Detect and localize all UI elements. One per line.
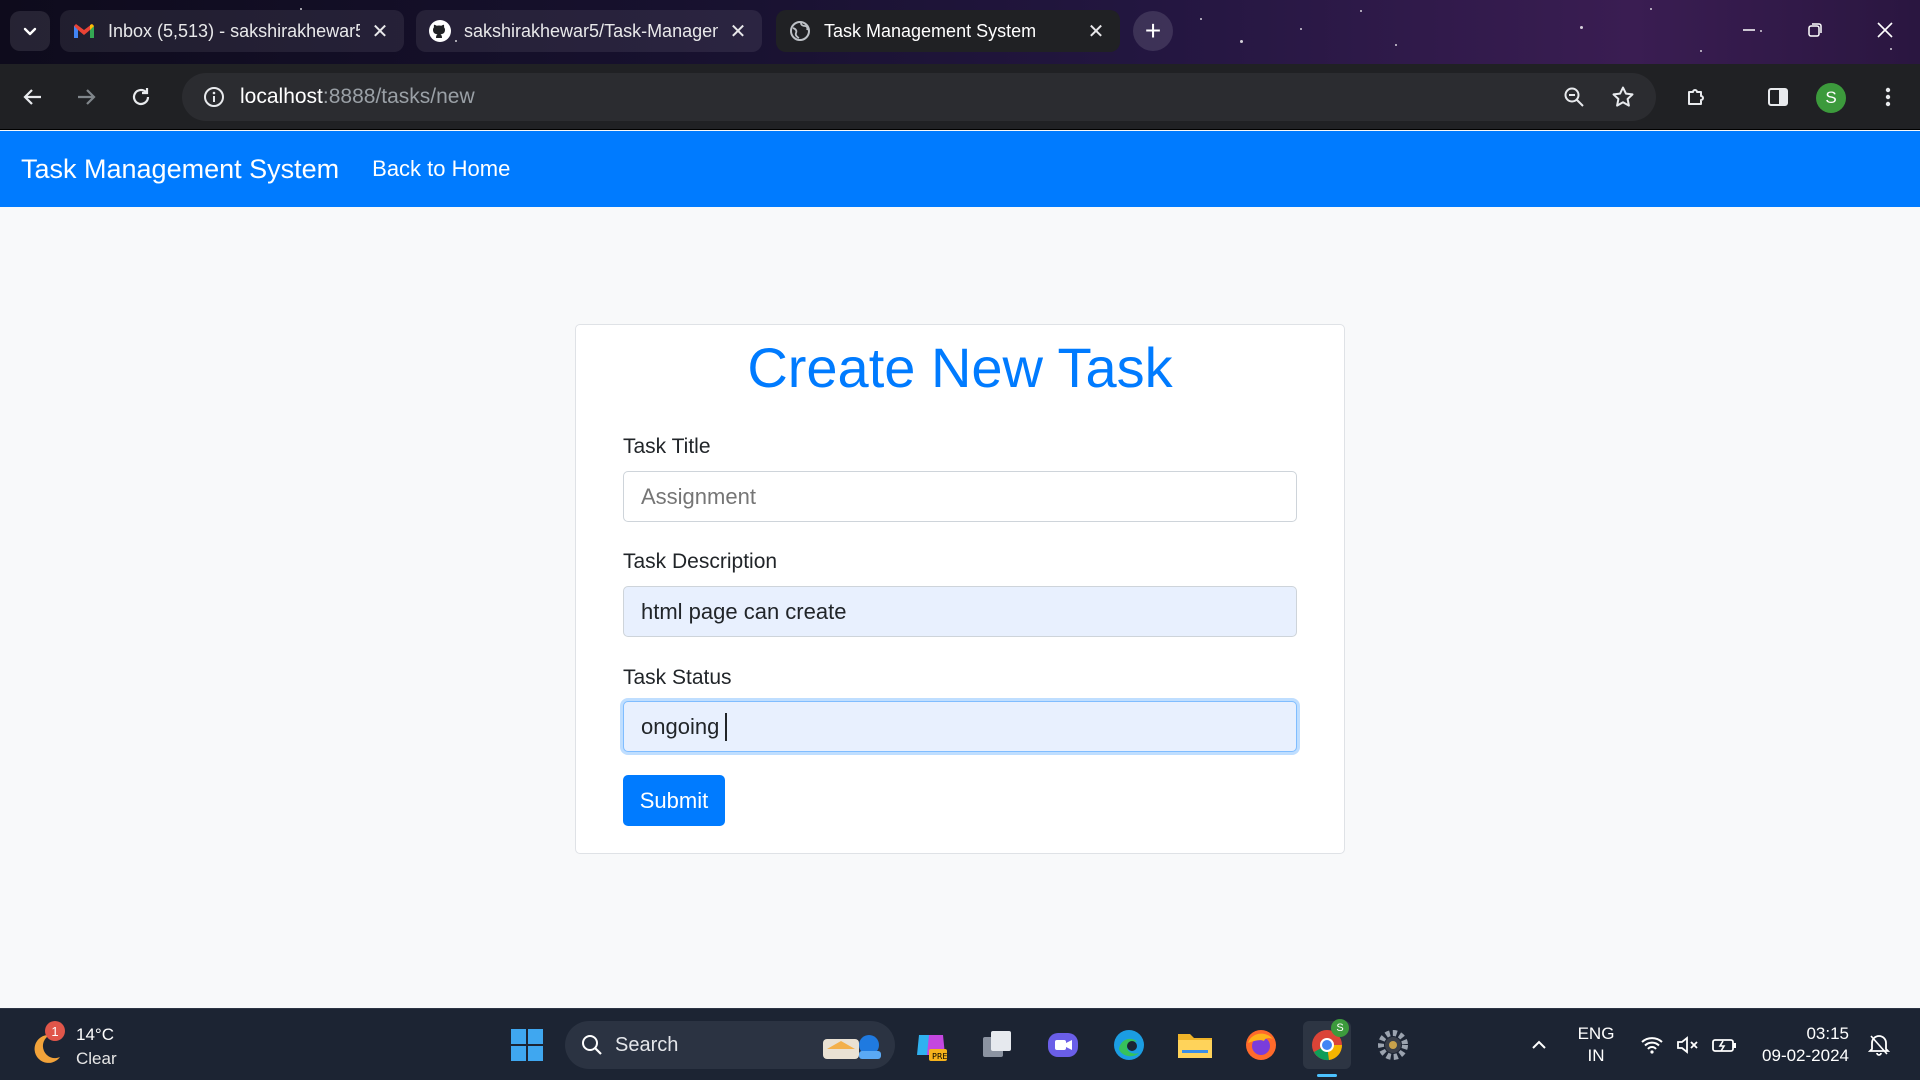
menu-button[interactable] <box>1868 77 1908 117</box>
firefox-icon[interactable] <box>1237 1021 1285 1069</box>
puzzle-icon <box>1688 89 1704 105</box>
app-navbar: Task Management System Back to Home <box>0 131 1920 207</box>
page-title: Create New Task <box>747 336 1173 399</box>
wifi-icon[interactable] <box>1638 1009 1666 1080</box>
edge-icon[interactable] <box>1105 1021 1153 1069</box>
tab-title: Task Management System <box>824 20 1037 41</box>
arrow-left-icon <box>23 89 41 105</box>
create-task-card: Create New Task Task Title Task Descript… <box>575 324 1345 854</box>
svg-text:PRE: PRE <box>932 1052 947 1061</box>
task-status-label: Task Status <box>623 666 732 689</box>
chrome-taskbar-icon[interactable]: S <box>1303 1019 1351 1077</box>
tab-title: sakshirakhewar5/Task-Managem <box>464 20 718 41</box>
minimize-icon <box>1743 29 1755 31</box>
show-hidden-icons-button[interactable] <box>1524 1009 1554 1080</box>
teams-chat-icon[interactable] <box>1039 1021 1087 1069</box>
taskbar-search[interactable]: Search <box>565 1021 895 1069</box>
browser-toolbar: localhost:8888/tasks/new S <box>0 64 1920 130</box>
chrome-profile-badge: S <box>1331 1019 1349 1037</box>
zoom-button[interactable] <box>1554 77 1594 117</box>
task-description-label: Task Description <box>623 550 778 573</box>
side-panel-button[interactable] <box>1758 77 1798 117</box>
page-content: Task Management System Back to Home Crea… <box>0 131 1920 1008</box>
task-description-value: html page can create <box>641 598 847 624</box>
browser-titlebar: Inbox (5,513) - sakshirakhewar5 ✕ sakshi… <box>0 0 1920 64</box>
file-explorer-icon[interactable] <box>1171 1021 1219 1069</box>
close-icon <box>1877 22 1893 38</box>
chevron-up-icon <box>1532 1040 1546 1049</box>
site-info-icon[interactable] <box>190 73 238 121</box>
reload-icon <box>132 88 150 106</box>
notification-bell-icon[interactable] <box>1864 1009 1894 1080</box>
os-taskbar: 1 14°C Clear Search PRE S ENG IN 03:15 0… <box>0 1008 1920 1080</box>
weather-temp: 14°C <box>76 1025 114 1044</box>
gmail-icon <box>72 19 96 43</box>
side-panel-icon <box>1768 88 1788 106</box>
tab-github[interactable]: sakshirakhewar5/Task-Managem ✕ <box>416 10 762 52</box>
search-label: Search <box>615 1033 679 1056</box>
back-button[interactable] <box>13 77 53 117</box>
search-highlight-icon <box>823 1035 881 1059</box>
settings-gear-icon[interactable] <box>1369 1021 1417 1069</box>
tab-search-button[interactable] <box>10 11 50 51</box>
clock-date: 09-02-2024 <box>1762 1046 1849 1065</box>
globe-icon <box>788 19 812 43</box>
lang-line1: ENG <box>1577 1024 1615 1043</box>
plus-icon: + <box>1144 15 1162 46</box>
task-view-icon[interactable] <box>973 1021 1021 1069</box>
navbar-brand[interactable]: Task Management System <box>21 154 339 185</box>
start-button[interactable] <box>503 1021 551 1069</box>
weather-condition: Clear <box>76 1049 117 1068</box>
tab-title: Inbox (5,513) - sakshirakhewar5 <box>108 20 360 41</box>
minimize-button[interactable] <box>1716 0 1782 60</box>
task-title-label: Task Title <box>623 435 711 458</box>
text-caret <box>725 712 728 741</box>
close-icon[interactable]: ✕ <box>1084 19 1108 43</box>
search-icon <box>582 1035 602 1055</box>
battery-icon[interactable] <box>1710 1009 1740 1080</box>
restore-icon <box>1808 23 1822 37</box>
windows-icon <box>511 1029 543 1061</box>
zoom-icon <box>1564 87 1584 107</box>
url-text: localhost:8888/tasks/new <box>240 85 475 109</box>
restore-button[interactable] <box>1782 0 1848 60</box>
github-icon <box>428 19 452 43</box>
more-vertical-icon <box>1885 87 1891 107</box>
close-icon[interactable]: ✕ <box>726 19 750 43</box>
task-status-input[interactable]: ongoing <box>623 701 1297 752</box>
back-to-home-link[interactable]: Back to Home <box>372 156 510 182</box>
close-window-button[interactable] <box>1852 0 1918 60</box>
url-path: :8888/tasks/new <box>322 85 475 108</box>
extensions-button[interactable] <box>1677 77 1717 117</box>
clock-time: 03:15 <box>1806 1024 1849 1043</box>
volume-muted-icon[interactable] <box>1674 1009 1702 1080</box>
lang-line2: IN <box>1587 1046 1605 1065</box>
task-title-input[interactable] <box>623 471 1297 522</box>
reload-button[interactable] <box>121 77 161 117</box>
input-language[interactable]: ENG IN <box>1574 1023 1618 1067</box>
submit-button[interactable]: Submit <box>623 775 725 826</box>
system-clock[interactable]: 03:15 09-02-2024 <box>1755 1023 1849 1067</box>
task-status-value: ongoing <box>641 713 720 739</box>
weather-widget[interactable]: 1 14°C Clear <box>26 1021 176 1069</box>
address-bar[interactable]: localhost:8888/tasks/new <box>182 73 1656 121</box>
notification-badge: 1 <box>45 1021 65 1041</box>
profile-avatar[interactable]: S <box>1816 83 1846 113</box>
arrow-right-icon <box>78 89 96 105</box>
active-app-indicator <box>1317 1074 1337 1077</box>
close-icon[interactable]: ✕ <box>368 19 392 43</box>
bookmark-button[interactable] <box>1603 77 1643 117</box>
tab-gmail[interactable]: Inbox (5,513) - sakshirakhewar5 ✕ <box>60 10 404 52</box>
forward-button[interactable] <box>66 77 106 117</box>
copilot-taskbar-icon[interactable]: PRE <box>907 1021 955 1069</box>
star-icon <box>1612 86 1634 107</box>
chevron-down-icon <box>23 27 37 36</box>
task-description-input[interactable]: html page can create <box>623 586 1297 637</box>
url-host: localhost <box>240 85 323 108</box>
new-tab-button[interactable]: + <box>1133 11 1173 51</box>
tab-task-management[interactable]: Task Management System ✕ <box>776 10 1120 52</box>
